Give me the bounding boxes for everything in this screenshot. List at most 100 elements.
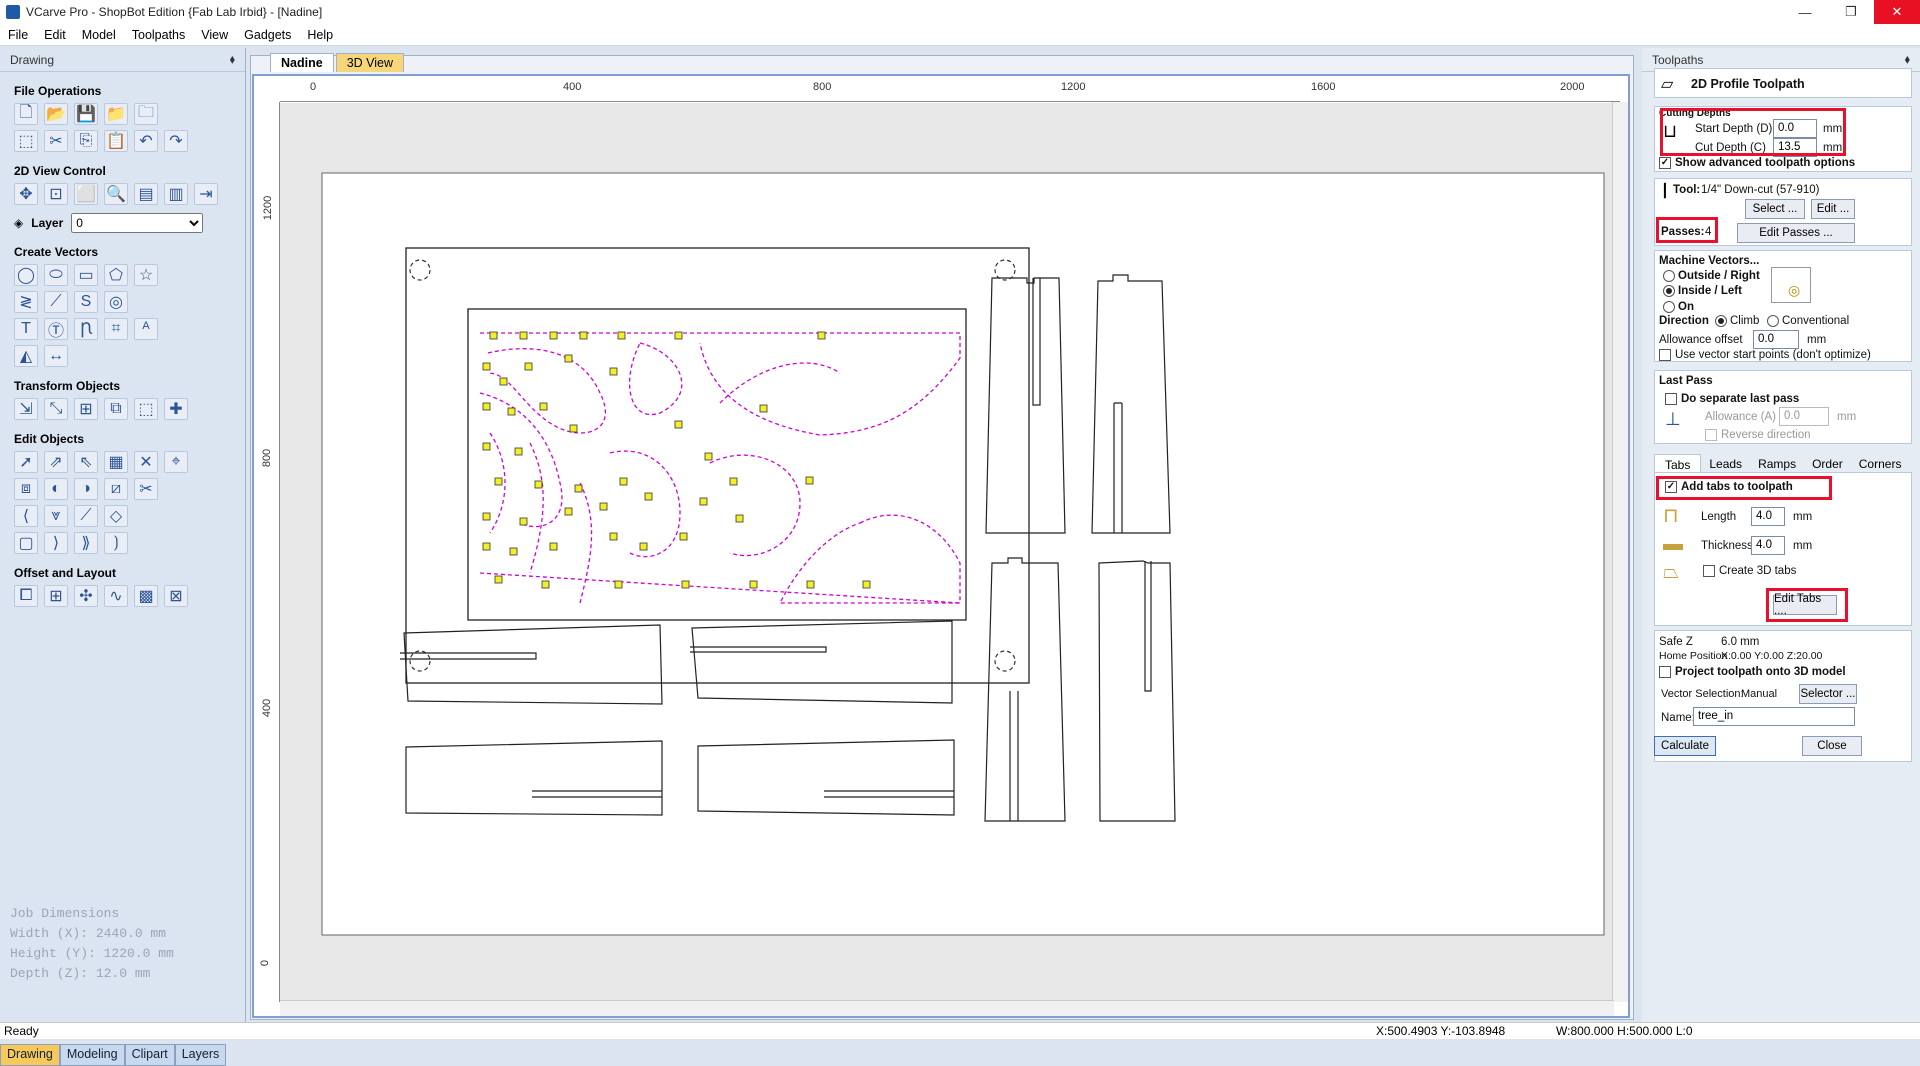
array-copy-icon[interactable]: ⊞ bbox=[44, 585, 68, 607]
curve-fit-icon[interactable]: ⟫ bbox=[74, 532, 98, 554]
undo-icon[interactable]: ↶ bbox=[134, 130, 158, 152]
weld-icon[interactable]: ⧈ bbox=[14, 478, 38, 500]
outside-radio[interactable]: Outside / Right bbox=[1663, 270, 1760, 282]
selector-button[interactable]: Selector ... bbox=[1799, 684, 1857, 704]
line-icon[interactable]: ⟋ bbox=[44, 291, 68, 313]
move-icon[interactable]: ⇲ bbox=[14, 398, 38, 420]
length-input[interactable]: 4.0 bbox=[1751, 507, 1785, 526]
offset-icon[interactable]: ⧠ bbox=[14, 585, 38, 607]
allowance-a-input[interactable]: 0.0 bbox=[1779, 407, 1829, 426]
join-icon[interactable]: ◇ bbox=[104, 505, 128, 527]
menu-help[interactable]: Help bbox=[299, 28, 341, 42]
edit-passes-button[interactable]: Edit Passes ... bbox=[1737, 223, 1855, 243]
zoom-box-icon[interactable]: ⊡ bbox=[44, 183, 68, 205]
transform-mode-icon[interactable]: ⇖ bbox=[74, 451, 98, 473]
copy-icon[interactable]: ⎘ bbox=[74, 130, 98, 152]
use-vector-start-checkbox[interactable]: Use vector start points (don't optimize) bbox=[1659, 349, 1871, 361]
menu-edit[interactable]: Edit bbox=[36, 28, 74, 42]
pan-icon[interactable]: ✥ bbox=[14, 183, 38, 205]
node-edit-icon[interactable]: ⇗ bbox=[44, 451, 68, 473]
show-advanced-checkbox[interactable]: ✓ Show advanced toolpath options bbox=[1659, 157, 1855, 169]
view-right-icon[interactable]: ⇥ bbox=[194, 183, 218, 205]
polyline-icon[interactable]: ≷ bbox=[14, 291, 38, 313]
cut-icon[interactable]: ✂ bbox=[44, 130, 68, 152]
save-icon[interactable]: 💾 bbox=[74, 103, 98, 125]
tab-modeling[interactable]: Modeling bbox=[59, 1044, 125, 1066]
menu-file[interactable]: File bbox=[0, 28, 36, 42]
menu-model[interactable]: Model bbox=[74, 28, 124, 42]
layer-select[interactable]: 0 bbox=[71, 213, 204, 233]
import-bitmap-icon[interactable]: 🗀 bbox=[134, 103, 158, 125]
nesting-icon[interactable]: ▩ bbox=[134, 585, 158, 607]
measure-icon[interactable]: ⌖ bbox=[164, 451, 188, 473]
menu-view[interactable]: View bbox=[193, 28, 236, 42]
zoom-extents-icon[interactable]: ⬜ bbox=[74, 183, 98, 205]
close-button[interactable]: Close bbox=[1802, 736, 1862, 756]
reverse-direction-checkbox[interactable]: Reverse direction bbox=[1705, 429, 1810, 441]
tab-3d-view[interactable]: 3D View bbox=[335, 53, 405, 72]
select-icon[interactable]: ➚ bbox=[14, 451, 38, 473]
rectangle-icon[interactable]: ▭ bbox=[74, 264, 98, 286]
trace-bitmap-icon[interactable]: ◭ bbox=[14, 345, 38, 367]
center-icon[interactable]: ✚ bbox=[164, 398, 188, 420]
tool-select-button[interactable]: Select ... bbox=[1745, 199, 1805, 219]
ellipse-icon[interactable]: ⬭ bbox=[44, 264, 68, 286]
auto-layout-text-icon[interactable]: ⌗ bbox=[104, 318, 128, 340]
thickness-input[interactable]: 4.0 bbox=[1751, 536, 1785, 555]
mirror-icon[interactable]: ⧉ bbox=[104, 398, 128, 420]
dogbone-icon[interactable]: ⩔ bbox=[44, 505, 68, 527]
polygon-icon[interactable]: ⬠ bbox=[104, 264, 128, 286]
align-icon[interactable]: ⊞ bbox=[74, 398, 98, 420]
climb-radio[interactable]: Climb bbox=[1715, 315, 1759, 327]
circle-icon[interactable]: ◯ bbox=[14, 264, 38, 286]
text-box-icon[interactable]: Ⓣ bbox=[44, 318, 68, 340]
calculate-button[interactable]: Calculate bbox=[1654, 736, 1716, 756]
text-on-curve-icon[interactable]: Ꞃ bbox=[74, 318, 98, 340]
minimize-button[interactable]: — bbox=[1782, 0, 1828, 24]
tool-edit-button[interactable]: Edit ... bbox=[1811, 199, 1855, 219]
tab-drawing[interactable]: Drawing bbox=[0, 1044, 60, 1066]
paste-icon[interactable]: 📋 bbox=[104, 130, 128, 152]
view-center-icon[interactable]: ▥ bbox=[164, 183, 188, 205]
create-3d-tabs-checkbox[interactable]: Create 3D tabs bbox=[1703, 565, 1796, 577]
extend-icon[interactable]: ⟋ bbox=[74, 505, 98, 527]
vertical-scrollbar[interactable] bbox=[1612, 102, 1628, 1002]
pin-icon[interactable]: ⬧ bbox=[230, 52, 235, 67]
open-file-icon[interactable]: 📂 bbox=[44, 103, 68, 125]
star-icon[interactable]: ☆ bbox=[134, 264, 158, 286]
tab-2d-view[interactable]: Nadine bbox=[270, 53, 334, 72]
text-arc-icon[interactable]: ᴬ bbox=[134, 318, 158, 340]
conventional-radio[interactable]: Conventional bbox=[1767, 315, 1849, 327]
pin-icon[interactable]: ⬧ bbox=[1905, 52, 1910, 67]
zoom-selection-icon[interactable]: 🔍 bbox=[104, 183, 128, 205]
intersect-icon[interactable]: ◑ bbox=[74, 478, 98, 500]
new-file-icon[interactable]: 🗋 bbox=[14, 103, 38, 125]
tab-clipart[interactable]: Clipart bbox=[124, 1044, 175, 1066]
separate-last-pass-checkbox[interactable]: Do separate last pass bbox=[1665, 393, 1799, 405]
project-3d-checkbox[interactable]: Project toolpath onto 3D model bbox=[1659, 666, 1846, 678]
close-window-button[interactable]: ✕ bbox=[1874, 0, 1920, 24]
menu-gadgets[interactable]: Gadgets bbox=[236, 28, 299, 42]
drawing-canvas[interactable]: 0 400 800 1200 1600 2000 1200 800 400 0 bbox=[252, 74, 1630, 1018]
scissors-icon[interactable]: ✂ bbox=[134, 478, 158, 500]
job-setup-icon[interactable]: ⬚ bbox=[14, 130, 38, 152]
spiral-icon[interactable]: ◎ bbox=[104, 291, 128, 313]
offset-curve-icon[interactable]: ⟯ bbox=[104, 532, 128, 554]
tab-layers[interactable]: Layers bbox=[174, 1044, 227, 1066]
on-radio[interactable]: On bbox=[1663, 301, 1694, 313]
import-vectors-icon[interactable]: 📁 bbox=[104, 103, 128, 125]
subtract-icon[interactable]: ◐ bbox=[44, 478, 68, 500]
allowance-input[interactable]: 0.0 bbox=[1753, 330, 1799, 349]
dimension-icon[interactable]: ↔ bbox=[44, 345, 68, 367]
horizontal-scrollbar[interactable] bbox=[280, 1000, 1614, 1016]
redo-icon[interactable]: ↷ bbox=[164, 130, 188, 152]
circular-array-icon[interactable]: ✣ bbox=[74, 585, 98, 607]
drawing-area[interactable] bbox=[280, 103, 1614, 1003]
copy-along-icon[interactable]: ∿ bbox=[104, 585, 128, 607]
delete-icon[interactable]: ✕ bbox=[134, 451, 158, 473]
curve-icon[interactable]: S bbox=[74, 291, 98, 313]
fillet-icon[interactable]: ⟨ bbox=[14, 505, 38, 527]
text-icon[interactable]: T bbox=[14, 318, 38, 340]
smooth-icon[interactable]: ⟩ bbox=[44, 532, 68, 554]
trim-icon[interactable]: ⧄ bbox=[104, 478, 128, 500]
